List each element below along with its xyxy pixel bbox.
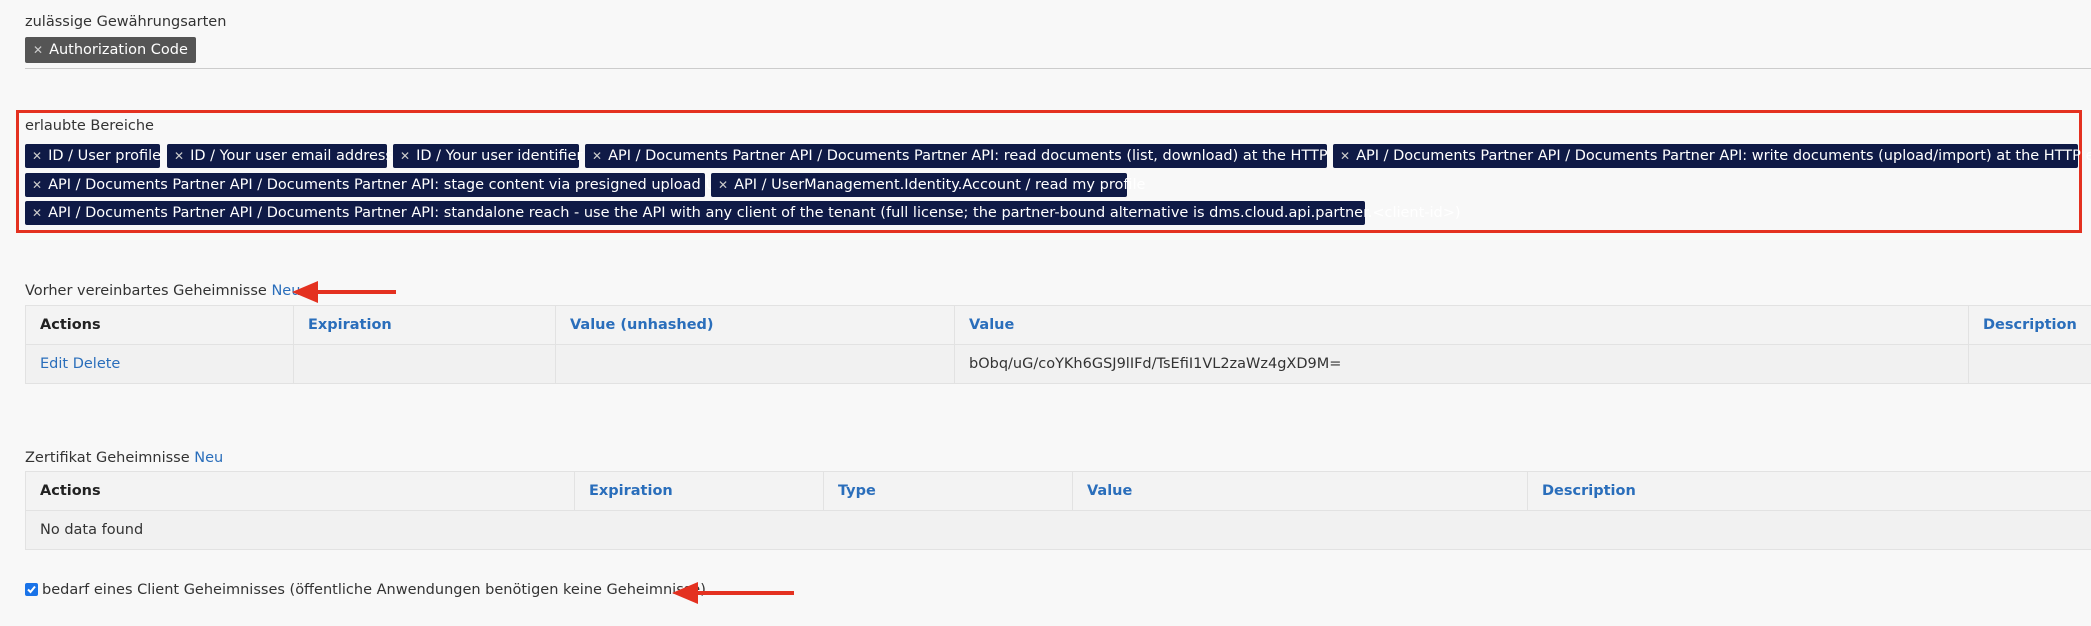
column-header[interactable]: Value [954,305,1969,345]
table-header-row: Actions Expiration Value (unhashed) Valu… [25,305,2091,345]
grant-type-tag[interactable]: ✕ Authorization Code [25,37,196,63]
remove-x-icon[interactable]: ✕ [400,149,410,163]
column-header[interactable]: Value (unhashed) [555,305,955,345]
grant-types-divider [25,68,2091,69]
delete-link[interactable]: Delete [73,356,121,372]
scopes-label: erlaubte Bereiche [25,118,154,134]
scope-tag[interactable]: ✕ API / Documents Partner API / Documents… [25,173,742,197]
value-unhashed-cell [555,344,955,384]
scope-tag[interactable]: ✕ API / Documents Partner API / Documents… [585,144,1368,168]
remove-x-icon[interactable]: ✕ [32,178,42,192]
remove-x-icon[interactable]: ✕ [174,149,184,163]
cert-secrets-table: Actions Expiration Type Value Descriptio… [25,471,2091,550]
shared-secrets-table: Actions Expiration Value (unhashed) Valu… [25,305,2091,384]
scope-tag-label: API / Documents Partner API / Documents … [1356,148,2091,164]
scope-tag[interactable]: ✕ ID / Your user identifier [393,144,583,168]
cert-secrets-heading: Zertifikat Geheimnisse Neu [25,450,223,466]
cert-secrets-new-link[interactable]: Neu [194,450,223,466]
column-header[interactable]: Type [823,471,1073,511]
table-header-row: Actions Expiration Type Value Descriptio… [25,471,2091,511]
require-secret-label[interactable]: bedarf eines Client Geheimnisses (öffent… [42,582,706,598]
value-cell: bObq/uG/coYKh6GSJ9lIFd/TsEfiI1VL2zaWz4gX… [954,344,1969,384]
annotation-arrow-icon [672,582,794,604]
grant-types-label: zulässige Gewährungsarten [25,14,227,30]
empty-message: No data found [25,510,2091,550]
column-header[interactable]: Expiration [293,305,556,345]
scope-tag-label: ID / User profile [48,148,162,164]
shared-secrets-heading: Vorher vereinbartes Geheimnisse Neu [25,283,300,299]
column-header[interactable]: Value [1072,471,1528,511]
scope-tag-label: ID / Your user identifier [416,148,583,164]
scope-tag[interactable]: ✕ ID / Your user email address [167,144,393,168]
table-row: Edit Delete bObq/uG/coYKh6GSJ9lIFd/TsEfi… [25,344,2091,384]
remove-x-icon[interactable]: ✕ [32,149,42,163]
scope-tag-label: API / Documents Partner API / Documents … [48,205,1461,221]
scope-tag[interactable]: ✕ API / Documents Partner API / Documents… [25,201,1461,225]
column-header: Actions [25,471,575,511]
remove-x-icon[interactable]: ✕ [1340,149,1350,163]
remove-x-icon[interactable]: ✕ [33,43,43,57]
remove-x-icon[interactable]: ✕ [592,149,602,163]
remove-x-icon[interactable]: ✕ [718,178,728,192]
scope-tag-label: API / Documents Partner API / Documents … [48,177,742,193]
expiration-cell [293,344,556,384]
column-header: Actions [25,305,294,345]
column-header[interactable]: Description [1968,305,2091,345]
column-header[interactable]: Description [1527,471,2091,511]
scope-tag[interactable]: ✕ ID / User profile [25,144,162,168]
actions-cell: Edit Delete [25,344,294,384]
grant-type-tag-label: Authorization Code [49,42,188,58]
description-cell [1968,344,2091,384]
scope-tag[interactable]: ✕ API / UserManagement.Identity.Account /… [711,173,1145,197]
edit-link[interactable]: Edit [40,356,68,372]
table-row: No data found [25,510,2091,550]
scope-tag-label: ID / Your user email address [190,148,393,164]
scope-tag-label: API / Documents Partner API / Documents … [608,148,1369,164]
checkbox-checked-icon [27,585,36,594]
annotation-arrow-icon [292,281,396,303]
require-secret-checkbox[interactable] [25,583,38,596]
scope-tag[interactable]: ✕ API / Documents Partner API / Documents… [1333,144,2091,168]
column-header[interactable]: Expiration [574,471,824,511]
cert-secrets-label: Zertifikat Geheimnisse [25,450,190,466]
scope-tag-label: API / UserManagement.Identity.Account / … [734,177,1146,193]
shared-secrets-label: Vorher vereinbartes Geheimnisse [25,283,267,299]
remove-x-icon[interactable]: ✕ [32,206,42,220]
